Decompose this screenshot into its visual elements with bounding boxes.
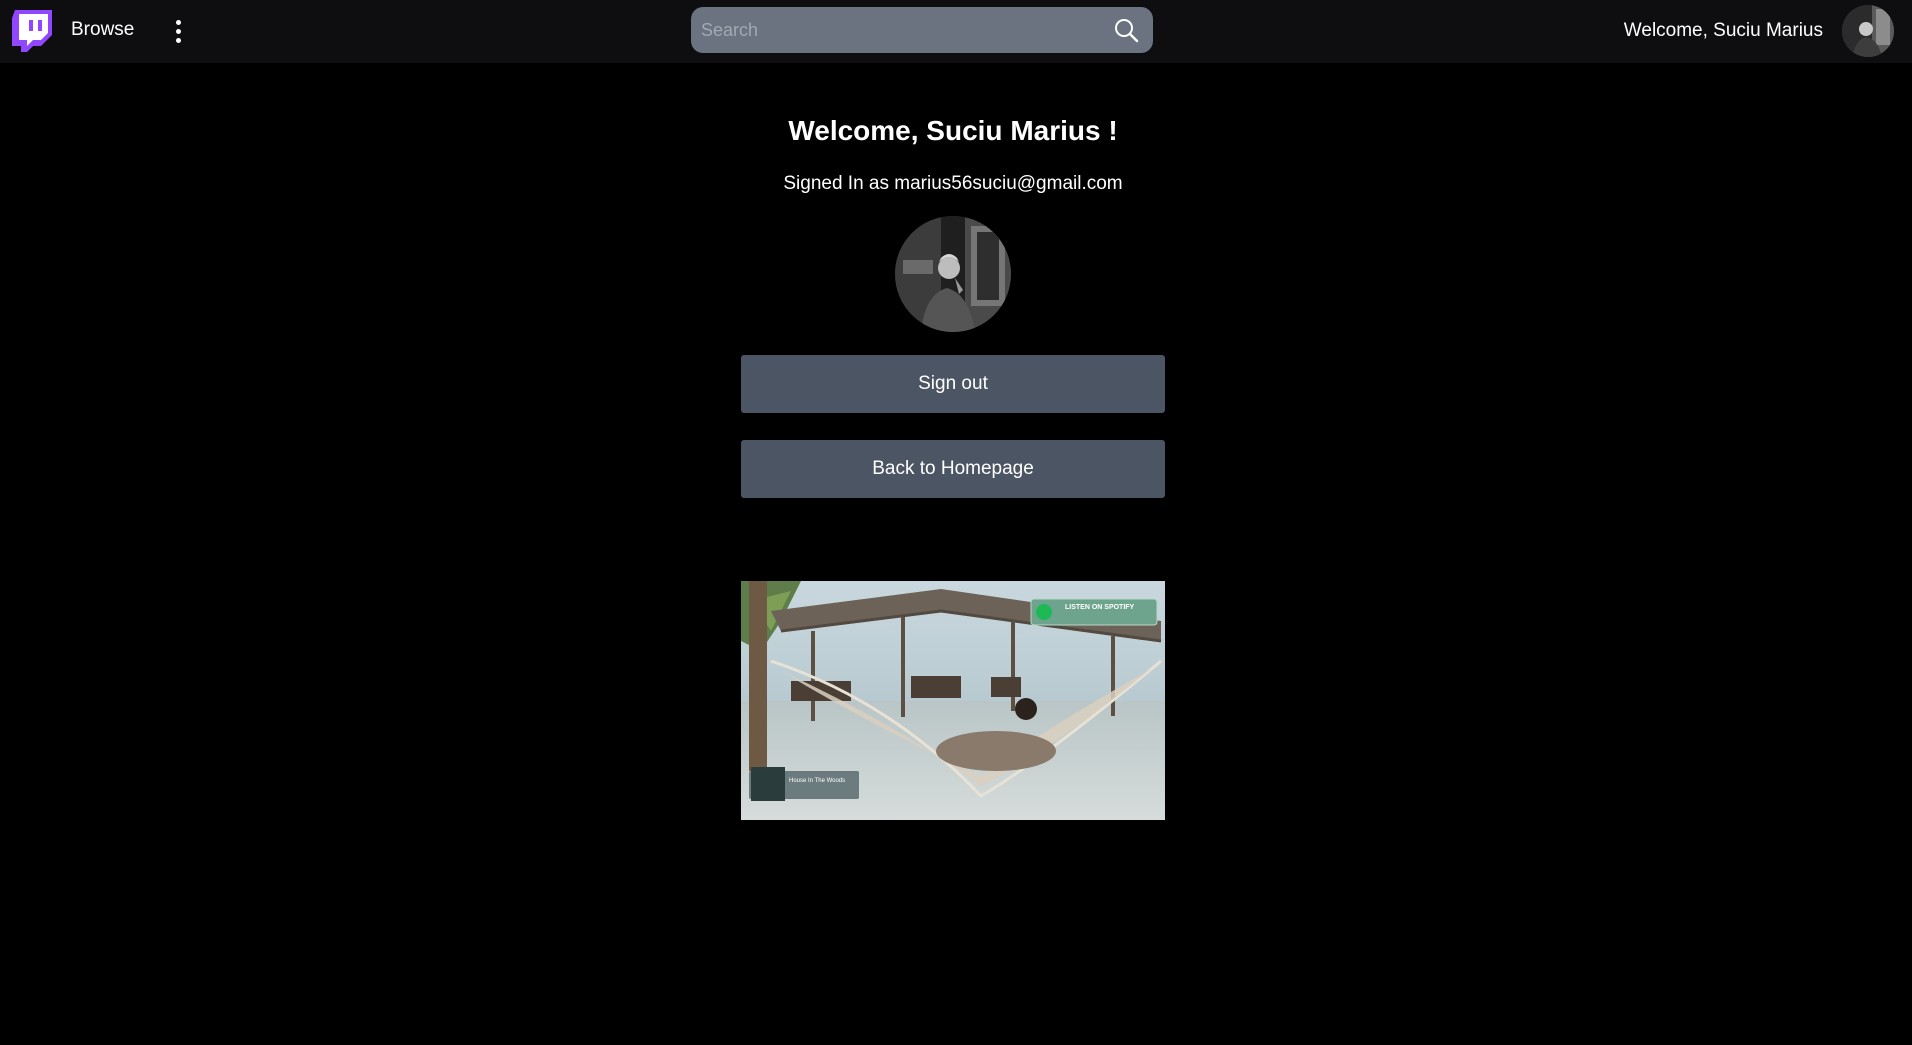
spotify-badge: LISTEN ON SPOTIFY [1065,604,1135,611]
sign-out-button[interactable]: Sign out [741,355,1165,413]
search-input[interactable] [691,7,1113,53]
search-icon[interactable] [1113,17,1139,43]
back-to-homepage-button[interactable]: Back to Homepage [741,440,1165,498]
avatar[interactable] [1842,5,1894,57]
video-player[interactable]: LISTEN ON SPOTIFY House In The Woods [741,581,1165,820]
search-bar [691,7,1153,53]
profile-avatar [895,216,1011,332]
browse-link[interactable]: Browse [71,19,134,41]
top-navbar: Browse Welcome, Suciu Marius [0,0,1912,63]
track-title: House In The Woods [789,778,845,784]
more-vertical-icon[interactable] [168,14,188,48]
signed-in-text: Signed In as marius56suciu@gmail.com [783,173,1123,194]
page-title: Welcome, Suciu Marius ! [788,115,1118,146]
twitch-logo-icon[interactable] [12,10,52,52]
welcome-user-text: Welcome, Suciu Marius [1623,20,1823,41]
